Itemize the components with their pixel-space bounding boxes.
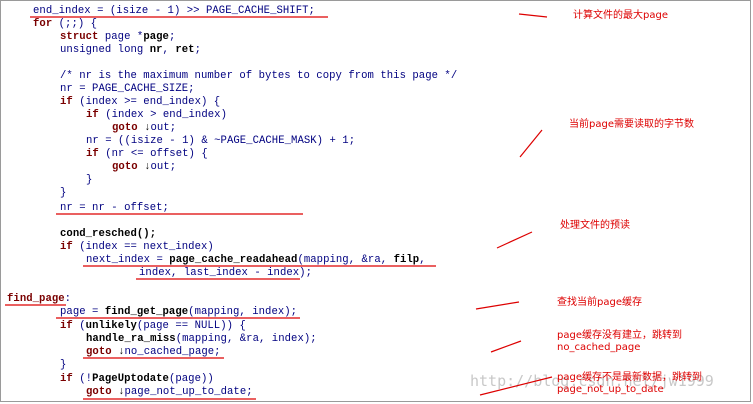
leader-readahead — [496, 231, 533, 249]
note-max-page: 计算文件的最大page — [573, 10, 668, 21]
note-readahead: 处理文件的预读 — [560, 220, 630, 231]
leader-no-cached — [490, 340, 522, 353]
note-find-page: 查找当前page缓存 — [557, 297, 642, 308]
leader-not-up-to-date — [479, 376, 553, 396]
note-not-up-to-date-1: page缓存不是最新数据，跳转到 — [557, 372, 702, 383]
leader-max-page — [518, 13, 548, 18]
leader-find-page — [475, 301, 520, 310]
leader-bytes — [519, 129, 543, 158]
note-bytes-to-read: 当前page需要读取的字节数 — [569, 119, 694, 130]
note-no-cached-1: page缓存没有建立，跳转到 — [557, 330, 682, 341]
note-not-up-to-date-2: page_not_up_to_date — [557, 384, 664, 395]
note-no-cached-2: no_cached_page — [557, 342, 641, 353]
